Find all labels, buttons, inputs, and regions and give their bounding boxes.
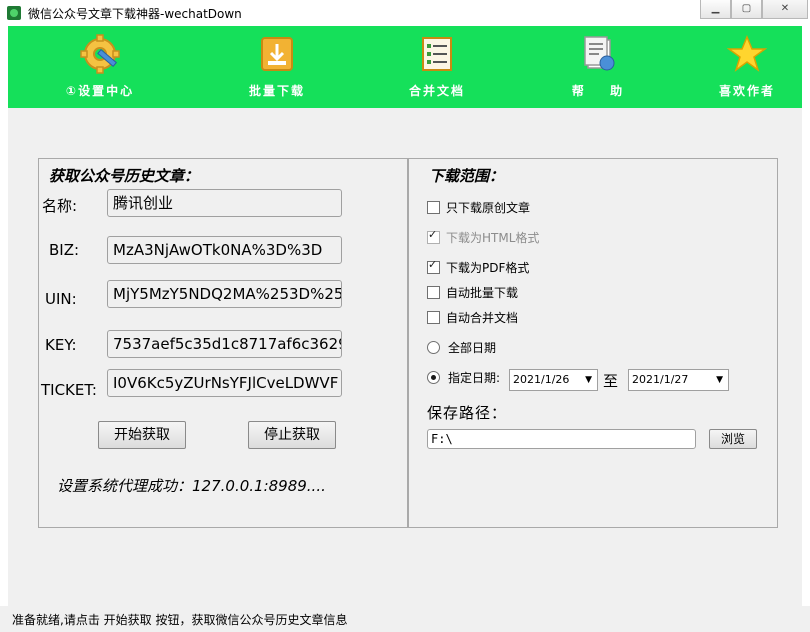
date-from-value: 2021/1/26 [513,373,570,386]
status-bar: 准备就绪,请点击 开始获取 按钮，获取微信公众号历史文章信息 [0,606,810,632]
date-to-picker[interactable]: 2021/1/27 ▼ [628,369,729,391]
main-toolbar: ①设置中心 批量下载 合并文档 帮 助 喜欢作者 [8,26,802,108]
window-border-left [0,26,8,606]
download-tray-icon [257,34,297,74]
checkbox-box[interactable] [427,200,440,214]
settings-wrench-icon [80,34,120,74]
group-title: 下载范围： [429,167,505,185]
start-fetch-button[interactable]: 开始获取 [98,421,186,449]
main-panel: 获取公众号历史文章： 名称: 腾讯创业 BIZ: MzA3NjAwOTk0NA%… [8,108,802,606]
checkbox-box[interactable] [427,310,440,324]
app-logo-icon [7,6,21,20]
uin-label: UIN: [45,290,77,308]
checkbox-box[interactable] [427,258,440,274]
window-controls: ▁ ▢ ✕ [700,0,808,20]
save-path-label: 保存路径： [427,404,508,422]
stop-fetch-button[interactable]: 停止获取 [248,421,336,449]
toolbar-help[interactable]: 帮 助 [545,34,655,99]
all-dates-radio[interactable]: 全部日期 [427,339,496,355]
toolbar-label: 喜欢作者 [718,84,775,98]
window-title: 微信公众号文章下载神器-wechatDown [28,7,242,21]
checkbox-box [427,228,440,244]
maximize-button[interactable]: ▢ [731,0,762,19]
date-from-picker[interactable]: 2021/1/26 ▼ [509,369,598,391]
toolbar-merge-documents[interactable]: 合并文档 [382,34,492,99]
radio-circle[interactable] [427,340,440,354]
checkbox-label: 只下载原创文章 [446,200,531,215]
radio-label: 指定日期: [448,370,501,385]
title-bar: 微信公众号文章下载神器-wechatDown ▁ ▢ ✕ [0,0,810,26]
checkbox-label: 下载为PDF格式 [446,260,530,275]
close-button[interactable]: ✕ [762,0,808,19]
toolbar-settings-center[interactable]: ①设置中心 [45,34,155,99]
help-document-icon [580,34,620,74]
key-input[interactable]: 7537aef5c35d1c8717af6c3629 [107,330,342,358]
toolbar-like-author[interactable]: 喜欢作者 [692,34,802,99]
radio-circle[interactable] [427,370,440,384]
toolbar-label: 合并文档 [408,84,465,98]
biz-input[interactable]: MzA3NjAwOTk0NA%3D%3D [107,236,342,264]
star-icon [726,34,768,74]
toolbar-batch-download[interactable]: 批量下载 [222,34,332,99]
auto-merge-checkbox[interactable]: 自动合并文档 [427,309,518,325]
date-to-value: 2021/1/27 [632,373,689,386]
original-only-checkbox[interactable]: 只下载原创文章 [427,199,530,215]
pdf-format-checkbox[interactable]: 下载为PDF格式 [427,258,530,275]
fetch-history-group: 获取公众号历史文章： 名称: 腾讯创业 BIZ: MzA3NjAwOTk0NA%… [38,158,408,528]
name-label: 名称: [42,197,78,215]
key-label: KEY: [45,336,77,354]
dropdown-arrow-icon[interactable]: ▼ [585,370,592,390]
document-list-icon [417,34,457,74]
checkbox-label: 自动批量下载 [446,285,519,300]
uin-input[interactable]: MjY5MzY5NDQ2MA%253D%253D [107,280,342,308]
radio-label: 全部日期 [448,340,497,355]
toolbar-label: 批量下载 [248,84,305,98]
auto-batch-download-checkbox[interactable]: 自动批量下载 [427,284,518,300]
toolbar-label: 帮 助 [571,84,629,98]
biz-label: BIZ: [49,241,80,259]
checkbox-label: 自动合并文档 [446,310,519,325]
status-bar-text: 准备就绪,请点击 开始获取 按钮，获取微信公众号历史文章信息 [12,613,348,627]
group-title: 获取公众号历史文章： [49,167,200,185]
date-to-label: 至 [603,372,619,390]
download-range-group: 下载范围： 只下载原创文章 下载为HTML格式 下载为PDF格式 自动批量下载 … [408,158,778,528]
html-format-checkbox: 下载为HTML格式 [427,228,540,245]
minimize-button[interactable]: ▁ [700,0,731,19]
checkbox-box[interactable] [427,285,440,299]
save-path-input[interactable]: F:\ [427,429,696,449]
specify-date-radio[interactable]: 指定日期: [427,369,500,385]
checkbox-label: 下载为HTML格式 [446,230,540,245]
ticket-label: TICKET: [41,381,97,399]
name-input[interactable]: 腾讯创业 [107,189,342,217]
window-border-right [802,26,810,606]
proxy-status-message: 设置系统代理成功：127.0.0.1:8989.... [57,477,326,495]
toolbar-label: ①设置中心 [65,84,135,98]
ticket-input[interactable]: I0V6Kc5yZUrNsYFJlCveLDWVF [107,369,342,397]
browse-button[interactable]: 浏览 [709,429,757,449]
dropdown-arrow-icon[interactable]: ▼ [716,370,723,390]
